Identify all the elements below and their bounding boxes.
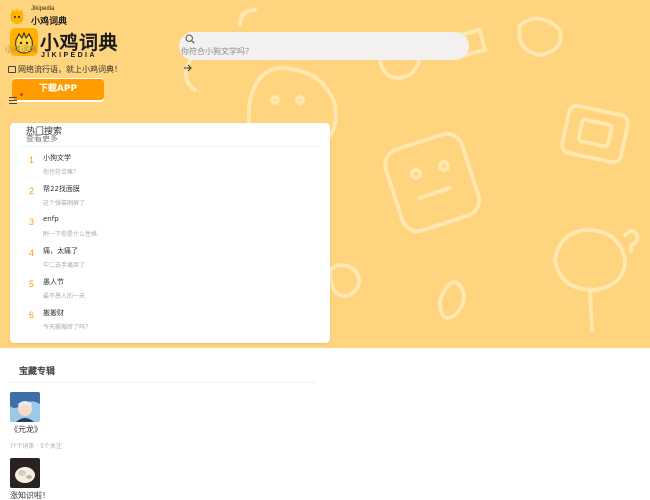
slogan-text: 网络流行语，就上小鸡词典！ — [18, 65, 122, 74]
hot-search-item[interactable]: 3 enfp 附一下你是什么性格 — [10, 215, 330, 245]
chat-icon — [8, 66, 16, 73]
hot-word: enfp — [43, 215, 59, 223]
hot-word: 搬搬财 — [43, 309, 64, 317]
album-meta: ??个词条 · 5个关注 — [10, 443, 62, 450]
hot-desc: 这个弹幕刷屏了 — [43, 200, 86, 207]
hot-rank: 1 — [29, 155, 35, 165]
hot-rank: 3 — [29, 217, 35, 227]
hot-search-item[interactable]: 5 愚人节 最不愚人的一天 — [10, 277, 330, 307]
hot-rank: 6 — [29, 310, 35, 320]
hot-rank: 5 — [29, 279, 35, 289]
search-input[interactable] — [181, 45, 451, 57]
hot-word: 帮22找面膜 — [43, 185, 80, 193]
download-app-button[interactable]: 下载APP — [12, 79, 104, 100]
logo-title: 小鸡词典 — [40, 32, 119, 54]
hot-search-item[interactable]: 4 痛，太痛了 中二选手痛哭了 — [10, 246, 330, 276]
album-thumb-anime — [10, 392, 40, 422]
albums-title: 宝藏专辑 — [19, 367, 56, 377]
chick-logo-icon — [10, 8, 24, 24]
hot-desc: 附一下你是什么性格 — [43, 231, 98, 238]
logo-ghost-text: 小鸡词典 — [5, 45, 37, 54]
hot-desc: 今天搬搬砖了吗？ — [43, 324, 92, 331]
arrow-right-icon[interactable] — [183, 64, 193, 72]
hot-desc: 你也符合嘛？ — [43, 169, 80, 176]
divider — [10, 382, 315, 383]
mini-logo-latin: Jikipedia — [31, 6, 55, 12]
album-name: 涨知识啦！ — [10, 491, 50, 500]
hot-search-card: 热门搜索 查看更多 1 小狗文学 你也符合嘛？ 2 帮22找面膜 这个弹幕刷屏了… — [10, 123, 330, 343]
hot-rank: 4 — [29, 248, 35, 258]
menu-icon[interactable] — [9, 97, 17, 104]
hot-word: 小狗文学 — [43, 154, 71, 162]
hot-search-item[interactable]: 6 搬搬财 今天搬搬砖了吗？ — [10, 308, 330, 338]
hot-search-item[interactable]: 1 小狗文学 你也符合嘛？ — [10, 153, 330, 183]
hero-banner: Jikipedia 小鸡词典 小鸡词典 JIKIPEDIA 小鸡词典 网络流行语… — [0, 0, 650, 348]
slogan: 网络流行语，就上小鸡词典！ — [8, 64, 122, 75]
logo-subtitle: JIKIPEDIA — [41, 52, 97, 59]
hot-desc: 最不愚人的一天 — [43, 293, 86, 300]
hot-rank: 2 — [29, 186, 35, 196]
hot-desc: 中二选手痛哭了 — [43, 262, 86, 269]
hot-word: 痛，太痛了 — [43, 247, 78, 255]
hot-word: 愚人节 — [43, 278, 64, 286]
hot-search-item[interactable]: 2 帮22找面膜 这个弹幕刷屏了 — [10, 184, 330, 214]
album-name: 《元龙》 — [10, 425, 42, 434]
search-icon — [185, 34, 195, 44]
mini-logo[interactable]: Jikipedia 小鸡词典 — [8, 5, 78, 27]
mini-logo-title: 小鸡词典 — [31, 17, 68, 27]
hot-search-more-link[interactable]: 查看更多 — [26, 133, 58, 144]
album-thumb-food — [10, 458, 40, 488]
divider — [20, 146, 320, 147]
notification-dot — [20, 93, 23, 96]
search-bar[interactable] — [179, 32, 469, 60]
download-app-label: 下载APP — [38, 84, 78, 94]
